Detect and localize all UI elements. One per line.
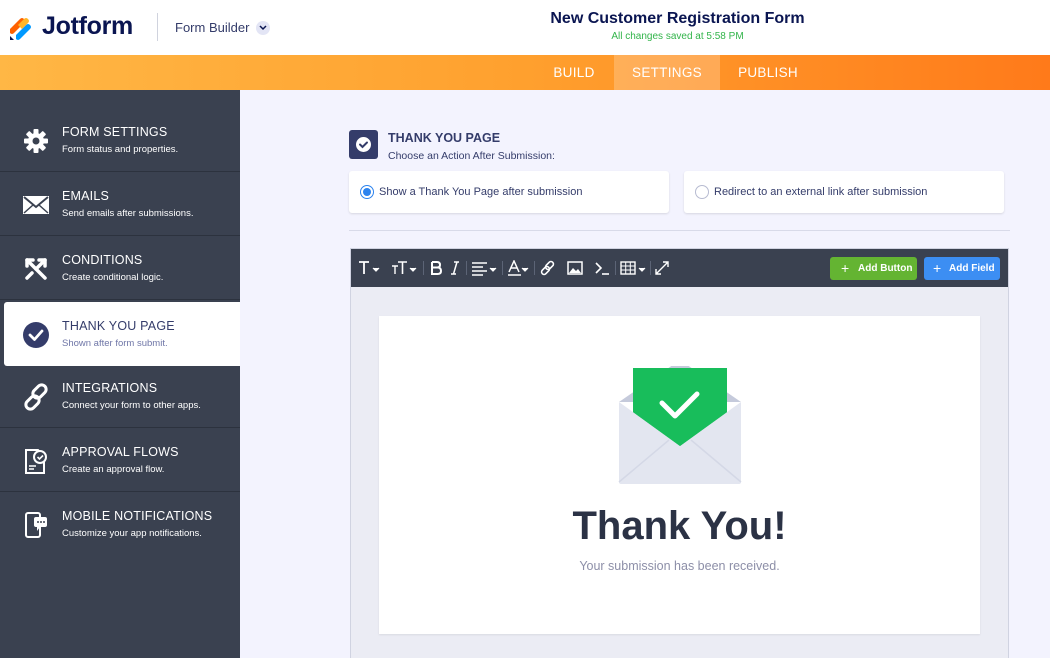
settings-main: THANK YOU PAGE Choose an Action After Su… — [240, 90, 1050, 658]
save-status: All changes saved at 5:58 PM — [611, 31, 744, 42]
image-icon[interactable] — [567, 260, 583, 276]
text-color-icon[interactable] — [507, 260, 529, 276]
radio-button[interactable] — [695, 185, 709, 199]
rich-text-editor: + Add Button + Add Field Thank You! Your… — [350, 248, 1009, 658]
toolbar-separator — [650, 261, 651, 275]
plus-icon: + — [933, 260, 942, 276]
link-icon — [24, 383, 48, 411]
thank-you-message[interactable]: Your submission has been received. — [379, 559, 980, 573]
option-label: Show a Thank You Page after submission — [379, 186, 583, 198]
check-circle-icon — [23, 322, 49, 348]
italic-icon[interactable] — [450, 260, 460, 276]
section-subtitle: Choose an Action After Submission: — [388, 150, 555, 162]
option-show-thank-you[interactable]: Show a Thank You Page after submission — [349, 171, 669, 213]
tab-publish[interactable]: PUBLISH — [720, 55, 816, 90]
sidebar-item-desc: Send emails after submissions. — [62, 208, 194, 219]
sidebar-item-emails[interactable]: EMAILS Send emails after submissions. — [0, 172, 240, 236]
toolbar-separator — [423, 261, 424, 275]
envelope-check-icon — [618, 366, 742, 484]
sidebar-item-desc: Customize your app notifications. — [62, 528, 202, 539]
option-label: Redirect to an external link after submi… — [714, 186, 928, 198]
thank-you-heading[interactable]: Thank You! — [379, 504, 980, 549]
sidebar-item-integrations[interactable]: INTEGRATIONS Connect your form to other … — [0, 364, 240, 428]
option-redirect-link[interactable]: Redirect to an external link after submi… — [684, 171, 1004, 213]
editor-toolbar: + Add Button + Add Field — [351, 249, 1008, 287]
mobile-notification-icon — [25, 512, 47, 538]
conditions-icon — [25, 258, 47, 280]
main-nav: BUILD SETTINGS PUBLISH — [0, 55, 1050, 90]
tab-settings[interactable]: SETTINGS — [614, 55, 720, 90]
table-icon[interactable] — [620, 260, 646, 276]
font-icon[interactable] — [358, 260, 380, 276]
bold-icon[interactable] — [430, 260, 442, 276]
sidebar-item-desc: Shown after form submit. — [62, 338, 168, 349]
align-icon[interactable] — [471, 260, 497, 276]
code-icon[interactable] — [594, 260, 610, 276]
sidebar-item-title: APPROVAL FLOWS — [62, 445, 179, 459]
add-button-button[interactable]: + Add Button — [830, 257, 917, 280]
gear-icon — [24, 129, 48, 153]
settings-sidebar: FORM SETTINGS Form status and properties… — [0, 90, 240, 658]
sidebar-item-thank-you-page[interactable]: THANK YOU PAGE Shown after form submit. — [4, 302, 240, 366]
sidebar-item-approval-flows[interactable]: APPROVAL FLOWS Create an approval flow. — [0, 428, 240, 492]
check-circle-icon — [349, 130, 378, 159]
add-field-button[interactable]: + Add Field — [924, 257, 1000, 280]
top-header: Jotform Form Builder New Customer Regist… — [0, 0, 1050, 55]
add-button-label: Add Button — [858, 263, 913, 274]
sidebar-item-mobile-notifications[interactable]: MOBILE NOTIFICATIONS Customize your app … — [0, 492, 240, 556]
envelope-icon — [23, 196, 49, 214]
sidebar-item-desc: Form status and properties. — [62, 144, 179, 155]
sidebar-item-form-settings[interactable]: FORM SETTINGS Form status and properties… — [0, 108, 240, 172]
form-title[interactable]: New Customer Registration Form — [0, 10, 1050, 28]
sidebar-item-title: THANK YOU PAGE — [62, 319, 175, 333]
sidebar-item-title: MOBILE NOTIFICATIONS — [62, 509, 213, 523]
approval-icon — [25, 449, 47, 474]
toolbar-separator — [466, 261, 467, 275]
radio-button[interactable] — [360, 185, 374, 199]
sidebar-item-desc: Create an approval flow. — [62, 464, 165, 475]
sidebar-item-title: EMAILS — [62, 189, 110, 203]
sidebar-item-desc: Connect your form to other apps. — [62, 400, 201, 411]
tab-build[interactable]: BUILD — [536, 55, 612, 90]
sidebar-item-title: INTEGRATIONS — [62, 381, 158, 395]
thank-you-canvas[interactable]: Thank You! Your submission has been rece… — [379, 316, 980, 634]
toolbar-separator — [502, 261, 503, 275]
sidebar-item-conditions[interactable]: CONDITIONS Create conditional logic. — [0, 236, 240, 300]
divider — [349, 230, 1010, 231]
sidebar-item-title: CONDITIONS — [62, 253, 143, 267]
sidebar-item-desc: Create conditional logic. — [62, 272, 164, 283]
add-field-label: Add Field — [949, 263, 995, 274]
fullscreen-icon[interactable] — [655, 260, 669, 276]
font-size-icon[interactable] — [391, 260, 417, 276]
sidebar-item-title: FORM SETTINGS — [62, 125, 168, 139]
section-title: THANK YOU PAGE — [388, 131, 501, 145]
link-icon[interactable] — [540, 260, 556, 276]
toolbar-separator — [534, 261, 535, 275]
plus-icon: + — [841, 260, 850, 276]
toolbar-separator — [615, 261, 616, 275]
